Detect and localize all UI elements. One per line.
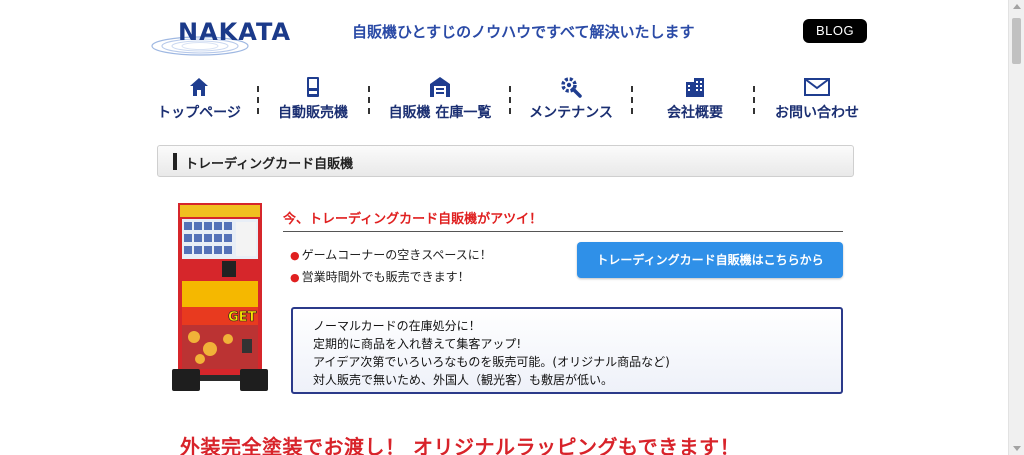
nav-label: トップページ	[157, 105, 241, 121]
main-nav: トップページ 自動販売機 自販機 在庫一覧 メンテナンス 会社概要 お問い合わせ	[143, 76, 873, 126]
nav-separator	[257, 86, 259, 120]
home-icon	[190, 78, 208, 96]
info-line: 定期的に商品を入れ替えて集客アップ!	[313, 337, 522, 351]
vending-icon	[307, 77, 319, 97]
nav-separator	[509, 86, 511, 120]
nav-item-top[interactable]: トップページ	[151, 76, 247, 126]
bullet-text: 営業時間外でも販売できます！	[301, 270, 470, 284]
vm-sign-text: GET	[228, 310, 257, 325]
blog-button[interactable]: BLOG	[803, 19, 867, 43]
scroll-up-arrow-icon[interactable]	[1013, 4, 1021, 9]
section-title: トレーディングカード自販機	[185, 157, 354, 172]
headline-divider	[283, 231, 843, 232]
nav-separator	[753, 86, 755, 120]
info-line: 対人販売で無いため、外国人（観光客）も敷居が低い。	[313, 373, 614, 387]
section-title-bar: トレーディングカード自販機	[157, 145, 854, 177]
nav-label: お問い合わせ	[775, 105, 859, 121]
bullet-item: ● ゲームコーナーの空きスペースに！	[290, 246, 492, 263]
nav-item-company[interactable]: 会社概要	[655, 76, 735, 126]
bullet-dot-icon: ●	[290, 249, 300, 262]
info-line: ノーマルカードの在庫処分に！	[313, 319, 481, 333]
vertical-scrollbar[interactable]	[1008, 0, 1024, 455]
trading-card-vending-link-button[interactable]: トレーディングカード自販機はこちらから	[577, 242, 843, 278]
logo-text: NAKATA	[178, 18, 292, 46]
trading-card-vending-machine-image: GET	[172, 203, 268, 391]
nav-label: 会社概要	[667, 105, 723, 121]
nav-label: 自販機 在庫一覧	[388, 105, 492, 121]
info-line: アイデア次第でいろいろなものを販売可能。(オリジナル商品など)	[313, 355, 670, 369]
building-icon	[686, 78, 704, 97]
nakata-logo[interactable]: NAKATA	[150, 16, 290, 58]
nav-item-maintenance[interactable]: メンテナンス	[523, 76, 619, 126]
nav-item-vending[interactable]: 自動販売機	[271, 76, 355, 126]
title-marker	[173, 153, 177, 170]
nav-separator	[368, 86, 370, 120]
tagline: 自販機ひとすじのノウハウですべて解決いたします	[352, 23, 695, 41]
gear-wrench-icon	[561, 77, 582, 98]
nav-label: 自動販売機	[278, 105, 348, 121]
bullet-item: ● 営業時間外でも販売できます！	[290, 268, 470, 285]
nav-item-contact[interactable]: お問い合わせ	[767, 76, 867, 126]
bullet-text: ゲームコーナーの空きスペースに！	[301, 248, 492, 262]
headline: 今、トレーディングカード自販機がアツイ！	[283, 212, 543, 227]
page: NAKATA 自販機ひとすじのノウハウですべて解決いたします BLOG トップペ…	[0, 0, 1008, 455]
info-box: ノーマルカードの在庫処分に！ 定期的に商品を入れ替えて集客アップ! アイデア次第…	[291, 307, 843, 394]
mail-icon	[804, 78, 830, 96]
nav-item-stock[interactable]: 自販機 在庫一覧	[381, 76, 499, 126]
scrollbar-thumb[interactable]	[1012, 18, 1021, 64]
warehouse-icon	[430, 77, 450, 97]
bullet-dot-icon: ●	[290, 271, 300, 284]
nav-separator	[631, 86, 633, 120]
bottom-banner: 外装完全塗装でお渡し！ オリジナルラッピングもできます！	[180, 435, 741, 455]
scroll-down-arrow-icon[interactable]	[1013, 446, 1021, 451]
nav-label: メンテナンス	[529, 105, 613, 121]
